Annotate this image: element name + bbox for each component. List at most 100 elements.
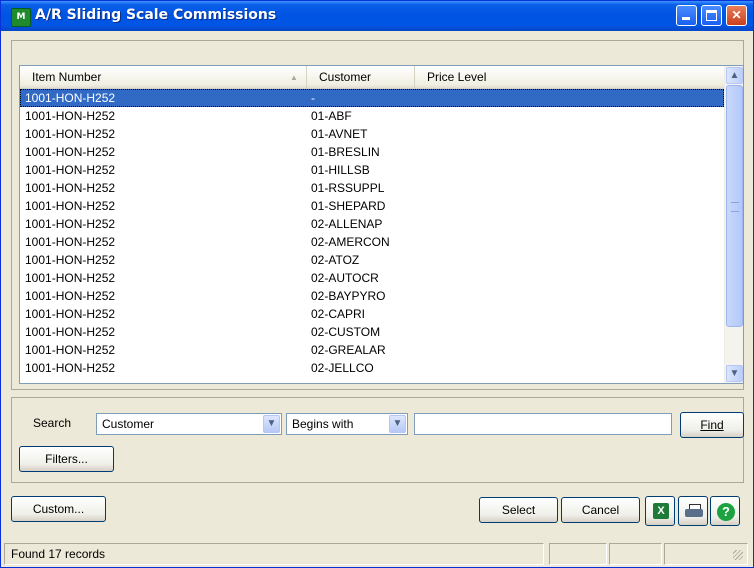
item-number-cell: 1001-HON-H252 bbox=[25, 109, 116, 123]
table-row[interactable]: 1001-HON-H252 02-AUTOCR bbox=[20, 269, 724, 287]
find-button[interactable]: Find bbox=[680, 412, 744, 438]
custom-button[interactable]: Custom... bbox=[11, 496, 106, 522]
search-field-select[interactable]: Customer ▼ bbox=[96, 413, 282, 435]
help-icon: ? bbox=[717, 503, 735, 521]
customer-cell: - bbox=[311, 91, 315, 105]
cancel-button[interactable]: Cancel bbox=[561, 497, 640, 523]
customer-cell: 02-AUTOCR bbox=[311, 271, 379, 285]
search-field-value: Customer bbox=[102, 417, 155, 431]
table-row[interactable]: 1001-HON-H252 02-CAPRI bbox=[20, 305, 724, 323]
export-excel-button[interactable]: X bbox=[645, 496, 675, 526]
printer-icon bbox=[685, 504, 703, 518]
item-number-cell: 1001-HON-H252 bbox=[25, 235, 116, 249]
status-text: Found 17 records bbox=[11, 547, 106, 561]
customer-cell: 01-RSSUPPL bbox=[311, 181, 385, 195]
customer-cell: 02-JELLCO bbox=[311, 361, 374, 375]
status-panel bbox=[609, 543, 662, 565]
status-panel bbox=[549, 543, 607, 565]
status-bar: Found 17 records bbox=[4, 543, 750, 565]
lookup-grid[interactable]: Item Number ▲ Customer Price Level 1001-… bbox=[19, 65, 744, 384]
table-row[interactable]: 1001-HON-H252 - bbox=[20, 89, 724, 107]
custom-button-label: Custom... bbox=[32, 502, 85, 516]
cancel-button-label: Cancel bbox=[581, 503, 620, 517]
table-row[interactable]: 1001-HON-H252 01-RSSUPPL bbox=[20, 179, 724, 197]
customer-cell: 01-HILLSB bbox=[311, 163, 370, 177]
item-number-cell: 1001-HON-H252 bbox=[25, 271, 116, 285]
search-operator-select[interactable]: Begins with ▼ bbox=[286, 413, 408, 435]
excel-icon: X bbox=[653, 503, 669, 519]
table-row[interactable]: 1001-HON-H252 01-SHEPARD bbox=[20, 197, 724, 215]
table-row[interactable]: 1001-HON-H252 01-ABF bbox=[20, 107, 724, 125]
customer-cell: 01-AVNET bbox=[311, 127, 368, 141]
item-number-cell: 1001-HON-H252 bbox=[25, 361, 116, 375]
item-number-cell: 1001-HON-H252 bbox=[25, 163, 116, 177]
search-input[interactable] bbox=[414, 413, 672, 435]
customer-cell: 02-AMERCON bbox=[311, 235, 390, 249]
item-number-cell: 1001-HON-H252 bbox=[25, 343, 116, 357]
select-button[interactable]: Select bbox=[479, 497, 558, 523]
customer-cell: 02-ATOZ bbox=[311, 253, 360, 267]
close-icon: ✕ bbox=[731, 8, 742, 22]
customer-cell: 02-CUSTOM bbox=[311, 325, 381, 339]
scroll-up-button[interactable]: ▲ bbox=[726, 67, 743, 84]
find-button-label: Find bbox=[700, 418, 724, 432]
print-button[interactable] bbox=[678, 496, 708, 526]
item-number-cell: 1001-HON-H252 bbox=[25, 253, 116, 267]
title-bar[interactable]: M A/R Sliding Scale Commissions ✕ bbox=[1, 1, 753, 31]
customer-cell: 01-SHEPARD bbox=[311, 199, 386, 213]
filters-button[interactable]: Filters... bbox=[19, 446, 114, 472]
search-operator-value: Begins with bbox=[292, 417, 354, 431]
table-row[interactable]: 1001-HON-H252 02-GREALAR bbox=[20, 341, 724, 359]
customer-cell: 02-CAPRI bbox=[311, 307, 366, 321]
close-button[interactable]: ✕ bbox=[726, 5, 747, 26]
scroll-thumb[interactable] bbox=[726, 85, 743, 327]
table-row[interactable]: 1001-HON-H252 02-ALLENAP bbox=[20, 215, 724, 233]
chevron-down-icon[interactable]: ▼ bbox=[389, 415, 406, 433]
table-row[interactable]: 1001-HON-H252 01-BRESLIN bbox=[20, 143, 724, 161]
customer-cell: 01-BRESLIN bbox=[311, 145, 380, 159]
chevron-down-icon[interactable]: ▼ bbox=[263, 415, 280, 433]
table-row[interactable]: 1001-HON-H252 02-JELLCO bbox=[20, 359, 724, 377]
customer-cell: 02-ALLENAP bbox=[311, 217, 383, 231]
item-number-cell: 1001-HON-H252 bbox=[25, 127, 116, 141]
status-panel bbox=[664, 543, 748, 565]
status-panel-main: Found 17 records bbox=[4, 543, 544, 565]
maximize-button[interactable] bbox=[701, 5, 722, 26]
window-title: A/R Sliding Scale Commissions bbox=[35, 7, 277, 23]
scroll-down-button[interactable]: ▼ bbox=[726, 365, 743, 382]
chevron-up-icon: ▲ bbox=[729, 70, 740, 81]
item-number-cell: 1001-HON-H252 bbox=[25, 307, 116, 321]
maximize-icon bbox=[706, 10, 717, 21]
column-header-customer[interactable]: Customer bbox=[307, 66, 415, 88]
minimize-icon bbox=[682, 17, 690, 20]
table-row[interactable]: 1001-HON-H252 01-AVNET bbox=[20, 125, 724, 143]
grip-icon bbox=[731, 202, 739, 212]
app-icon: M bbox=[11, 8, 31, 27]
select-button-label: Select bbox=[501, 503, 536, 517]
table-row[interactable]: 1001-HON-H252 01-HILLSB bbox=[20, 161, 724, 179]
sort-ascending-icon: ▲ bbox=[290, 73, 298, 82]
customer-cell: 01-ABF bbox=[311, 109, 352, 123]
customer-cell: 02-GREALAR bbox=[311, 343, 386, 357]
column-header-price-level[interactable]: Price Level bbox=[415, 66, 724, 88]
resize-grip-icon[interactable] bbox=[733, 550, 743, 560]
search-label: Search bbox=[33, 416, 72, 430]
item-number-cell: 1001-HON-H252 bbox=[25, 217, 116, 231]
table-row[interactable]: 1001-HON-H252 02-ATOZ bbox=[20, 251, 724, 269]
table-row[interactable]: 1001-HON-H252 02-AMERCON bbox=[20, 233, 724, 251]
help-button[interactable]: ? bbox=[710, 496, 740, 526]
table-row[interactable]: 1001-HON-H252 02-BAYPYRO bbox=[20, 287, 724, 305]
item-number-cell: 1001-HON-H252 bbox=[25, 145, 116, 159]
search-panel bbox=[11, 397, 744, 483]
grid-header: Item Number ▲ Customer Price Level bbox=[20, 66, 724, 89]
minimize-button[interactable] bbox=[676, 5, 697, 26]
item-number-cell: 1001-HON-H252 bbox=[25, 199, 116, 213]
item-number-cell: 1001-HON-H252 bbox=[25, 325, 116, 339]
filters-button-label: Filters... bbox=[45, 452, 88, 466]
item-number-cell: 1001-HON-H252 bbox=[25, 91, 116, 105]
vertical-scrollbar[interactable]: ▲ ▼ bbox=[724, 66, 743, 383]
column-header-item-number[interactable]: Item Number bbox=[20, 66, 307, 88]
table-row[interactable]: 1001-HON-H252 02-CUSTOM bbox=[20, 323, 724, 341]
customer-cell: 02-BAYPYRO bbox=[311, 289, 386, 303]
item-number-cell: 1001-HON-H252 bbox=[25, 289, 116, 303]
